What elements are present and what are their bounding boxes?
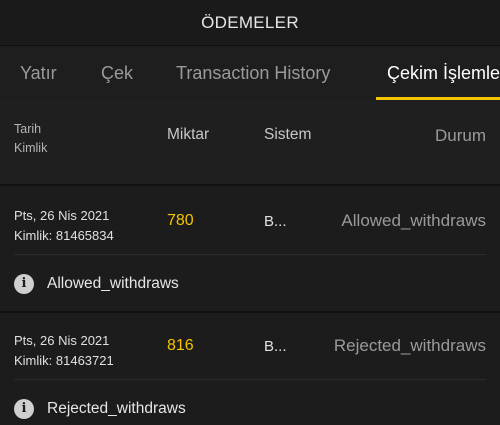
row-id: Kimlik: 81465834 bbox=[14, 228, 114, 243]
column-header-date-label: Tarih bbox=[14, 122, 42, 136]
row-info-text: Allowed_withdraws bbox=[47, 275, 179, 292]
tab-transaction-history[interactable]: Transaction History bbox=[176, 46, 330, 100]
column-header-date: Tarih Kimlik bbox=[14, 120, 47, 158]
row-info-text: Rejected_withdraws bbox=[47, 400, 186, 417]
row-amount: 780 bbox=[167, 212, 194, 229]
column-header-id-label: Kimlik bbox=[14, 141, 48, 155]
row-date-cell: Pts, 26 Nis 2021 Kimlik: 81463721 bbox=[14, 331, 114, 371]
column-header-system: Sistem bbox=[264, 126, 312, 143]
page-title: ÖDEMELER bbox=[201, 12, 299, 32]
row-status: Allowed_withdraws bbox=[341, 211, 486, 230]
tab-withdraw[interactable]: Çek bbox=[101, 46, 133, 100]
tab-withdrawal-transactions[interactable]: Çekim İşlemleri bbox=[387, 46, 500, 100]
page-header: ÖDEMELER bbox=[0, 0, 500, 46]
row-date: Pts, 26 Nis 2021 bbox=[14, 333, 110, 348]
row-system: B... bbox=[264, 213, 287, 230]
row-system: B... bbox=[264, 338, 287, 355]
row-id: Kimlik: 81463721 bbox=[14, 353, 114, 368]
info-icon[interactable]: i bbox=[14, 399, 34, 419]
column-header-status: Durum bbox=[434, 126, 486, 145]
row-info: i Allowed_withdraws bbox=[0, 255, 500, 313]
tab-bar: Yatır Çek Transaction History Çekim İşle… bbox=[0, 46, 500, 100]
table-row[interactable]: Pts, 26 Nis 2021 Kimlik: 81463721 816 B.… bbox=[0, 313, 500, 379]
row-date: Pts, 26 Nis 2021 bbox=[14, 208, 110, 223]
row-amount: 816 bbox=[167, 337, 194, 354]
table-row[interactable]: Pts, 26 Nis 2021 Kimlik: 81465834 780 B.… bbox=[0, 188, 500, 254]
row-status: Rejected_withdraws bbox=[333, 336, 486, 355]
table-header: Tarih Kimlik Miktar Sistem Durum bbox=[0, 100, 500, 186]
tab-deposit[interactable]: Yatır bbox=[20, 46, 57, 100]
row-date-cell: Pts, 26 Nis 2021 Kimlik: 81465834 bbox=[14, 206, 114, 246]
info-icon[interactable]: i bbox=[14, 274, 34, 294]
row-info: i Rejected_withdraws bbox=[0, 380, 500, 425]
column-header-amount: Miktar bbox=[167, 126, 210, 143]
